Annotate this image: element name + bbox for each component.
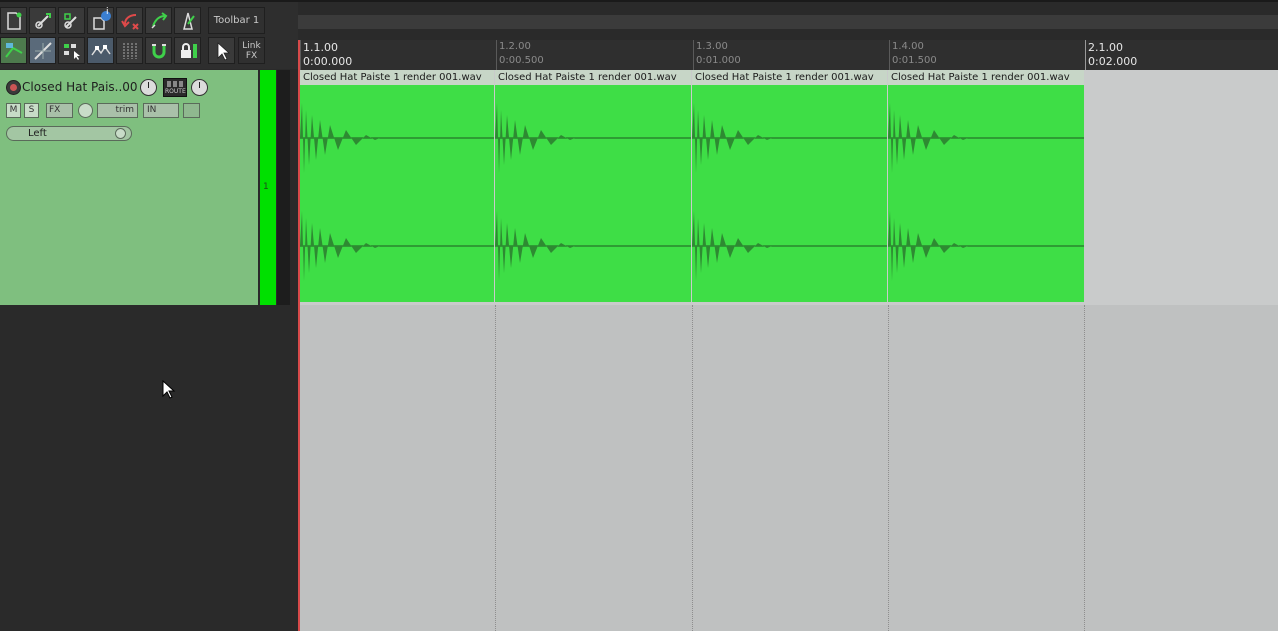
pan-knob-indicator (199, 82, 200, 88)
grid-line (495, 305, 496, 631)
fx-label: FX (49, 105, 61, 115)
ruler-tick (496, 40, 497, 70)
ruler-measure-label: 1.1.00 (303, 41, 338, 54)
envelope-icon[interactable] (0, 37, 27, 64)
ruler-tick (300, 40, 301, 70)
ruler-measure-label: 2.1.00 (1088, 41, 1123, 54)
redo-icon[interactable] (145, 7, 172, 34)
waveform-graphic (300, 103, 494, 281)
ruler-tick (1085, 40, 1086, 70)
mute-button[interactable]: M (6, 103, 21, 118)
link-fx-button[interactable]: Link FX (238, 37, 265, 64)
pointer-icon[interactable] (58, 37, 85, 64)
grid-line (888, 305, 889, 631)
info-badge: i (106, 7, 109, 17)
ruler-measure-label: 1.4.00 (892, 41, 924, 52)
lock-icon[interactable] (174, 37, 201, 64)
media-item-title: Closed Hat Paiste 1 render 001.wav (495, 70, 691, 85)
ruler-region-bar[interactable] (298, 15, 1278, 29)
window-top-border (0, 0, 1278, 2)
media-item-waveform (495, 85, 691, 302)
metronome-icon[interactable] (174, 7, 201, 34)
media-item-title: Closed Hat Paiste 1 render 001.wav (300, 70, 494, 85)
record-arm-icon (10, 84, 17, 91)
toolbar-title[interactable]: Toolbar 1 (208, 7, 265, 34)
toolbar-title-label: Toolbar 1 (213, 15, 260, 26)
trim-label: trim (115, 105, 135, 115)
track-number: 1 (263, 182, 269, 192)
grid-line (692, 305, 693, 631)
route-icon (167, 81, 183, 87)
media-item[interactable]: Closed Hat Paiste 1 render 001.wav (495, 70, 691, 302)
record-arm-button[interactable] (6, 80, 21, 95)
input-channel-select[interactable]: Left (6, 126, 132, 141)
ruler-time-label: 0:01.000 (696, 55, 741, 66)
phase-invert-icon[interactable] (78, 103, 93, 118)
ruler-time-label: 0:01.500 (892, 55, 937, 66)
input-monitor-button[interactable]: IN (143, 103, 179, 118)
route-label: ROUTE (165, 88, 186, 95)
grid-lines-icon[interactable] (116, 37, 143, 64)
media-item[interactable]: Closed Hat Paiste 1 render 001.wav (888, 70, 1084, 302)
grid-line (1084, 305, 1085, 631)
media-item[interactable]: Closed Hat Paiste 1 render 001.wav (692, 70, 887, 302)
automation-mode-button[interactable]: trim (97, 103, 138, 118)
snap-icon[interactable] (29, 7, 56, 34)
fx-button[interactable]: FX (46, 103, 73, 118)
ruler-time-label: 0:00.000 (303, 55, 353, 68)
grid-icon[interactable] (58, 7, 85, 34)
undo-icon[interactable] (116, 7, 143, 34)
media-item-waveform (692, 85, 887, 302)
media-item-title: Closed Hat Paiste 1 render 001.wav (888, 70, 1084, 85)
ruler-measure-label: 1.2.00 (499, 41, 531, 52)
track-env-icon[interactable] (183, 103, 200, 118)
edit-cursor[interactable] (298, 40, 300, 631)
ruler-time-label: 0:00.500 (499, 55, 544, 66)
cursor-tool-icon[interactable] (208, 37, 235, 64)
track-name[interactable]: Closed Hat Pais..001 (22, 80, 137, 95)
info-doc-icon[interactable]: i (87, 7, 114, 34)
empty-tcp-area[interactable] (0, 305, 298, 631)
media-item[interactable]: Closed Hat Paiste 1 render 001.wav (300, 70, 494, 302)
tcp-divider (277, 70, 290, 305)
pan-knob[interactable] (191, 79, 208, 96)
solo-button[interactable]: S (24, 103, 39, 118)
main-toolbar: i Toolbar 1 Link FX (0, 0, 298, 69)
route-button[interactable]: ROUTE (163, 78, 187, 97)
input-channel-label: Left (28, 128, 47, 139)
volume-knob-indicator (148, 82, 149, 88)
waveform-graphic (495, 103, 691, 281)
ruler-measure-label: 1.3.00 (696, 41, 728, 52)
ruler-time-label: 0:02.000 (1088, 55, 1138, 68)
ruler-tick (693, 40, 694, 70)
waveform-graphic (888, 103, 1084, 281)
volume-knob[interactable] (140, 79, 157, 96)
media-item-waveform (888, 85, 1084, 302)
automation-icon[interactable] (87, 37, 114, 64)
media-item-waveform (300, 85, 494, 302)
ripple-icon[interactable] (29, 37, 56, 64)
chevron-down-icon (115, 128, 126, 139)
timeline-ruler[interactable]: 1.1.00 0:00.000 1.2.00 0:00.500 1.3.00 0… (298, 40, 1278, 70)
link-fx-label-2: FX (245, 50, 258, 61)
magnet-icon[interactable] (145, 37, 172, 64)
waveform-graphic (692, 103, 887, 281)
input-label: IN (147, 105, 157, 115)
ruler-tick (889, 40, 890, 70)
new-project-icon[interactable] (0, 7, 27, 34)
mouse-pointer-icon (162, 379, 176, 404)
media-item-title: Closed Hat Paiste 1 render 001.wav (692, 70, 887, 85)
link-fx-label-1: Link (242, 40, 261, 51)
